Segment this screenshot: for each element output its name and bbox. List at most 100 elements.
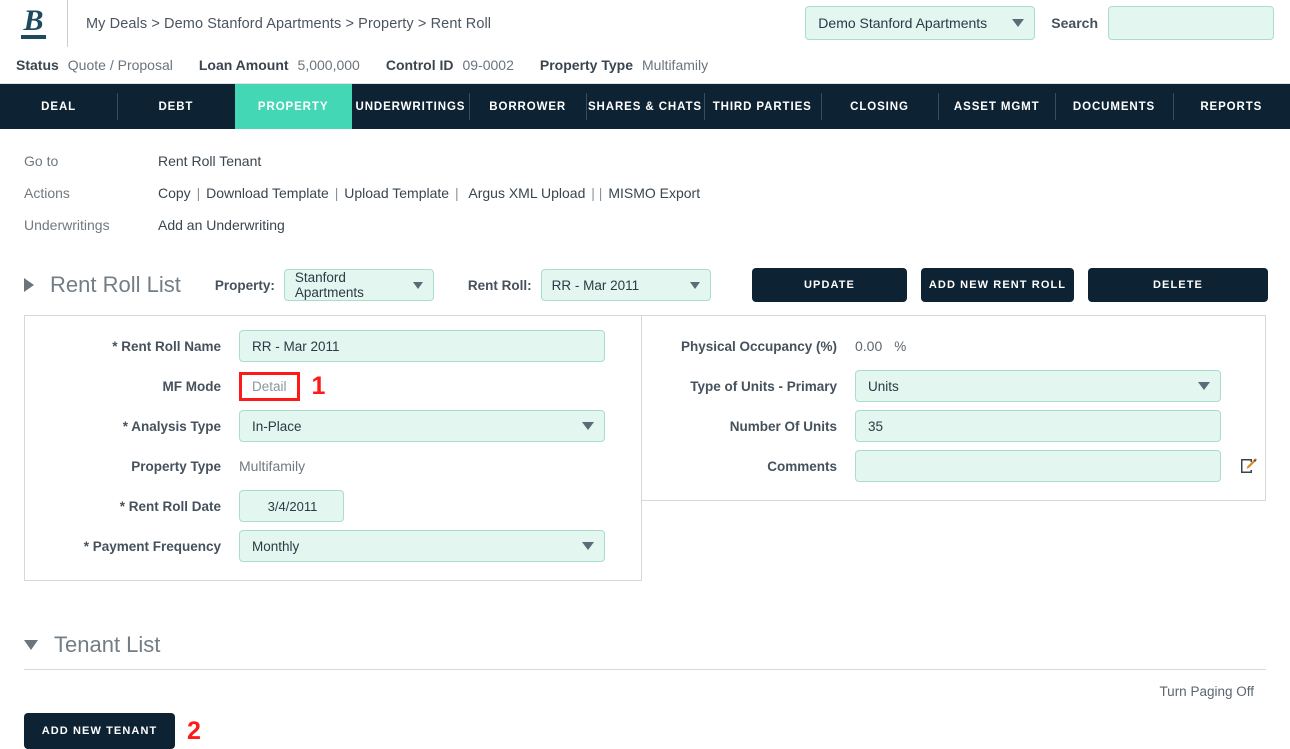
action-argus-xml-upload[interactable]: Argus XML Upload bbox=[468, 185, 585, 201]
rent-roll-name-field[interactable] bbox=[239, 330, 605, 362]
type-of-units-label: Type of Units - Primary bbox=[690, 378, 837, 394]
main-navigation: DEAL DEBT PROPERTY UNDERWRITINGS BORROWE… bbox=[0, 84, 1290, 129]
add-new-rent-roll-button[interactable]: ADD NEW RENT ROLL bbox=[921, 268, 1074, 302]
action-mismo-export[interactable]: MISMO Export bbox=[608, 185, 700, 201]
number-of-units-field[interactable] bbox=[855, 410, 1221, 442]
goto-label: Go to bbox=[24, 153, 59, 169]
status-value: Quote / Proposal bbox=[67, 57, 173, 73]
physical-occupancy-unit: % bbox=[894, 338, 907, 354]
chevron-down-icon bbox=[1012, 19, 1025, 27]
nav-item-closing[interactable]: CLOSING bbox=[820, 84, 938, 129]
edit-pencil-icon[interactable] bbox=[1239, 456, 1259, 476]
add-tenant-row: ADD NEW TENANT 2 bbox=[24, 713, 1290, 749]
rent-roll-name-label: * Rent Roll Name bbox=[112, 338, 221, 354]
deal-select[interactable]: Demo Stanford Apartments bbox=[805, 6, 1036, 40]
payment-frequency-value: Monthly bbox=[252, 538, 300, 554]
app-logo[interactable]: B bbox=[0, 0, 68, 47]
nav-item-shares-chats[interactable]: SHARES & CHATS bbox=[586, 84, 703, 129]
status-strip: Status Quote / Proposal Loan Amount 5,00… bbox=[0, 47, 1290, 84]
rent-roll-date-value: 3/4/2011 bbox=[267, 498, 318, 514]
action-download-template[interactable]: Download Template bbox=[206, 185, 329, 201]
nav-item-property[interactable]: PROPERTY bbox=[234, 84, 352, 129]
rent-roll-select[interactable]: RR - Mar 2011 bbox=[540, 269, 711, 301]
page-title: Rent Roll List bbox=[50, 272, 181, 297]
actions-label: Actions bbox=[24, 185, 70, 201]
rent-roll-form: * Rent Roll Name MF Mode Detail 1 * Anal… bbox=[24, 315, 1266, 581]
comments-input[interactable] bbox=[868, 458, 1210, 474]
deal-select-value: Demo Stanford Apartments bbox=[818, 15, 988, 31]
annotation-box-1: Detail bbox=[239, 371, 300, 401]
delete-button[interactable]: DELETE bbox=[1088, 268, 1268, 302]
field-row-analysis-type: * Analysis Type In-Place bbox=[25, 406, 641, 446]
chevron-down-icon bbox=[1198, 382, 1210, 390]
rent-roll-date-label: * Rent Roll Date bbox=[119, 498, 221, 514]
chevron-down-icon bbox=[412, 281, 423, 289]
action-copy[interactable]: Copy bbox=[158, 185, 191, 201]
actions-links: Copy | Download Template | Upload Templa… bbox=[158, 185, 700, 201]
underwritings-row: Underwritings Add an Underwriting bbox=[24, 209, 1290, 241]
property-type-field-value: Multifamily bbox=[239, 458, 306, 474]
field-row-physical-occupancy: Physical Occupancy (%) 0.00 % bbox=[642, 326, 1265, 366]
number-of-units-label: Number Of Units bbox=[729, 418, 837, 434]
rent-roll-select-value: RR - Mar 2011 bbox=[551, 277, 640, 293]
property-select[interactable]: Stanford Apartments bbox=[283, 269, 434, 301]
expand-triangle-icon[interactable] bbox=[24, 640, 38, 650]
rent-roll-selector-group: Rent Roll: RR - Mar 2011 bbox=[468, 269, 711, 301]
collapse-triangle-icon[interactable] bbox=[24, 278, 34, 292]
rent-roll-form-left: * Rent Roll Name MF Mode Detail 1 * Anal… bbox=[24, 316, 642, 581]
add-underwriting-link[interactable]: Add an Underwriting bbox=[158, 217, 285, 233]
underwritings-label: Underwritings bbox=[24, 217, 110, 233]
field-row-mf-mode: MF Mode Detail 1 bbox=[25, 366, 641, 406]
loan-amount-label: Loan Amount bbox=[198, 57, 289, 73]
breadcrumb[interactable]: My Deals > Demo Stanford Apartments > Pr… bbox=[86, 16, 491, 32]
nav-item-third-parties[interactable]: THIRD PARTIES bbox=[703, 84, 821, 129]
logo-text: B bbox=[21, 4, 46, 39]
nav-item-debt[interactable]: DEBT bbox=[117, 84, 234, 129]
top-right-controls: Demo Stanford Apartments Search bbox=[805, 6, 1274, 40]
property-selector-group: Property: Stanford Apartments bbox=[215, 269, 434, 301]
nav-item-documents[interactable]: DOCUMENTS bbox=[1055, 84, 1172, 129]
field-row-comments: Comments bbox=[642, 446, 1265, 486]
chevron-down-icon bbox=[582, 422, 594, 430]
search-input[interactable] bbox=[1108, 6, 1274, 40]
goto-row: Go to Rent Roll Tenant bbox=[24, 145, 1290, 177]
annotation-number-2: 2 bbox=[187, 716, 201, 745]
property-type-label: Property Type bbox=[539, 57, 633, 73]
tenant-list-title: Tenant List bbox=[54, 632, 161, 657]
payment-frequency-label: * Payment Frequency bbox=[83, 538, 221, 554]
rent-roll-list-header: Rent Roll List Property: Stanford Apartm… bbox=[24, 265, 1290, 305]
nav-item-underwritings[interactable]: UNDERWRITINGS bbox=[352, 84, 469, 129]
analysis-type-select[interactable]: In-Place bbox=[239, 410, 605, 442]
field-row-type-of-units: Type of Units - Primary Units bbox=[642, 366, 1265, 406]
number-of-units-input[interactable] bbox=[868, 418, 1210, 434]
rent-roll-name-input[interactable] bbox=[252, 338, 594, 354]
update-button[interactable]: UPDATE bbox=[752, 268, 907, 302]
property-select-value: Stanford Apartments bbox=[294, 270, 364, 300]
turn-paging-off-link[interactable]: Turn Paging Off bbox=[0, 684, 1254, 699]
property-select-label: Property: bbox=[214, 277, 275, 293]
property-type-value: Multifamily bbox=[642, 57, 709, 73]
comments-field[interactable] bbox=[855, 450, 1221, 482]
action-upload-template[interactable]: Upload Template bbox=[344, 185, 449, 201]
rent-roll-actions: UPDATE ADD NEW RENT ROLL DELETE bbox=[752, 268, 1268, 302]
add-new-tenant-button[interactable]: ADD NEW TENANT bbox=[24, 713, 175, 749]
tenant-list-divider bbox=[24, 669, 1266, 670]
payment-frequency-select[interactable]: Monthly bbox=[239, 530, 605, 562]
actions-row: Actions Copy | Download Template | Uploa… bbox=[24, 177, 1290, 209]
goto-link-rent-roll-tenant[interactable]: Rent Roll Tenant bbox=[158, 153, 261, 169]
nav-item-deal[interactable]: DEAL bbox=[0, 84, 117, 129]
action-separator: | bbox=[451, 185, 467, 201]
chevron-down-icon bbox=[582, 542, 594, 550]
nav-item-reports[interactable]: REPORTS bbox=[1172, 84, 1290, 129]
mf-mode-label: MF Mode bbox=[162, 378, 222, 394]
nav-item-borrower[interactable]: BORROWER bbox=[469, 84, 586, 129]
rent-roll-date-field[interactable]: 3/4/2011 bbox=[239, 490, 344, 522]
control-id-value: 09-0002 bbox=[462, 57, 514, 73]
nav-item-asset-mgmt[interactable]: ASSET MGMT bbox=[938, 84, 1055, 129]
type-of-units-select[interactable]: Units bbox=[855, 370, 1221, 402]
tenant-list-header: Tenant List bbox=[24, 627, 1290, 663]
action-separator: | bbox=[330, 185, 343, 201]
mf-mode-detail-link[interactable]: Detail bbox=[246, 376, 293, 397]
comments-label: Comments bbox=[767, 458, 837, 474]
rent-roll-select-label: Rent Roll: bbox=[467, 277, 532, 293]
